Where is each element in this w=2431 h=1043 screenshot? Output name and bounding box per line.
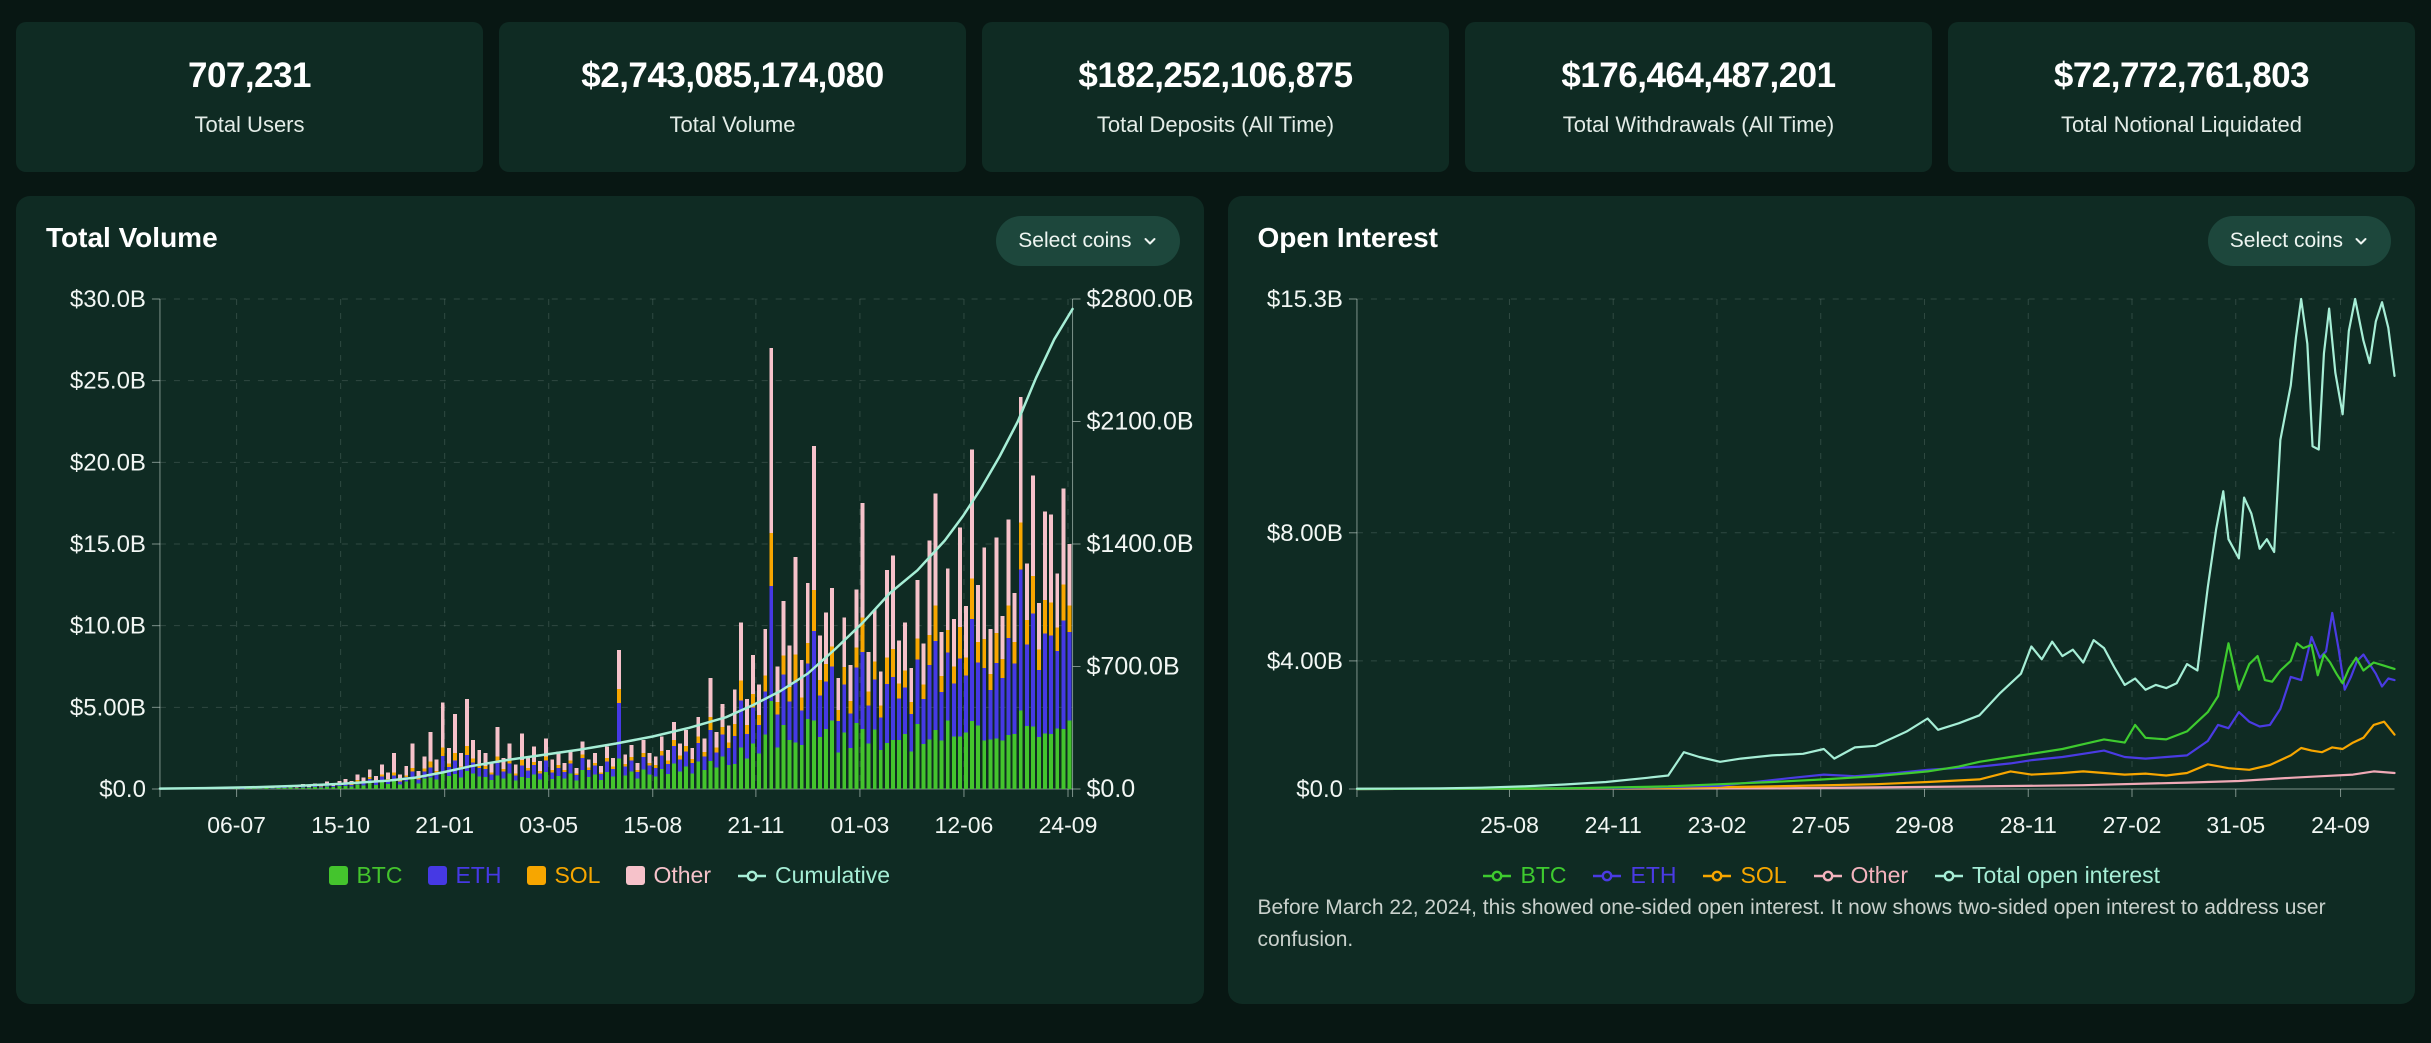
svg-text:24-09: 24-09 xyxy=(1039,812,1098,838)
open-interest-legend: BTC ETH SOL Other Total open interest xyxy=(1228,862,2416,889)
select-coins-label: Select coins xyxy=(1018,229,1131,253)
stat-card-total-users: 707,231 Total Users xyxy=(16,22,483,172)
stat-value: $72,772,761,803 xyxy=(2054,56,2309,96)
legend-item-other[interactable]: Other xyxy=(1813,862,1909,889)
svg-text:$700.0B: $700.0B xyxy=(1087,652,1180,680)
other-swatch-icon xyxy=(626,866,645,885)
open-interest-panel: Open Interest Select coins 25-08 24-11 23-… xyxy=(1228,196,2416,1004)
sol-swatch-icon xyxy=(527,866,546,885)
oi-select-coins-button[interactable]: Select coins xyxy=(2208,216,2391,266)
svg-text:15-08: 15-08 xyxy=(623,812,682,838)
svg-text:$1400.0B: $1400.0B xyxy=(1087,530,1194,558)
svg-text:25-08: 25-08 xyxy=(1480,812,1539,838)
open-interest-title: Open Interest xyxy=(1258,222,1438,254)
stat-value: $182,252,106,875 xyxy=(1078,56,1352,96)
legend-item-sol[interactable]: SOL xyxy=(527,862,600,889)
select-coins-label: Select coins xyxy=(2230,229,2343,253)
legend-label: Other xyxy=(653,862,711,889)
svg-text:$2800.0B: $2800.0B xyxy=(1087,285,1194,313)
total-volume-panel: Total Volume Select coins 06-07 15-10 21-0… xyxy=(16,196,1204,1004)
svg-text:27-02: 27-02 xyxy=(2102,812,2161,838)
svg-text:$8.00B: $8.00B xyxy=(1266,520,1342,547)
line-dot-marker-icon xyxy=(1592,868,1622,884)
legend-item-sol[interactable]: SOL xyxy=(1702,862,1786,889)
stat-card-total-volume: $2,743,085,174,080 Total Volume xyxy=(499,22,966,172)
svg-text:$0.0: $0.0 xyxy=(1087,775,1136,803)
line-dot-marker-icon xyxy=(1813,868,1843,884)
eth-swatch-icon xyxy=(428,866,447,885)
stat-label: Total Withdrawals (All Time) xyxy=(1563,112,1834,138)
stat-label: Total Users xyxy=(194,112,304,138)
stat-value: 707,231 xyxy=(188,56,311,96)
legend-item-btc[interactable]: BTC xyxy=(1482,862,1566,889)
total-volume-title: Total Volume xyxy=(46,222,218,254)
svg-text:12-06: 12-06 xyxy=(935,812,994,838)
chart-panels: Total Volume Select coins 06-07 15-10 21-0… xyxy=(16,196,2415,1004)
svg-text:21-01: 21-01 xyxy=(415,812,474,838)
legend-label: Other xyxy=(1851,862,1909,889)
stat-card-total-deposits: $182,252,106,875 Total Deposits (All Tim… xyxy=(982,22,1449,172)
svg-text:$4.00B: $4.00B xyxy=(1266,648,1342,675)
legend-item-total-oi[interactable]: Total open interest xyxy=(1934,862,2160,889)
svg-text:27-05: 27-05 xyxy=(1791,812,1850,838)
legend-item-eth[interactable]: ETH xyxy=(428,862,501,889)
svg-text:$15.0B: $15.0B xyxy=(70,531,146,558)
svg-text:21-11: 21-11 xyxy=(727,812,784,838)
svg-text:31-05: 31-05 xyxy=(2206,812,2265,838)
legend-label: ETH xyxy=(1630,862,1676,889)
svg-text:24-09: 24-09 xyxy=(2311,812,2370,838)
svg-text:03-05: 03-05 xyxy=(519,812,578,838)
stat-label: Total Deposits (All Time) xyxy=(1097,112,1334,138)
svg-text:23-02: 23-02 xyxy=(1687,812,1746,838)
legend-label: SOL xyxy=(1740,862,1786,889)
line-dot-marker-icon xyxy=(1702,868,1732,884)
svg-text:15-10: 15-10 xyxy=(311,812,370,838)
legend-label: Total open interest xyxy=(1972,862,2160,889)
svg-text:$30.0B: $30.0B xyxy=(70,286,146,313)
chevron-down-icon xyxy=(1142,233,1158,249)
line-dot-marker-icon xyxy=(1482,868,1512,884)
open-interest-note: Before March 22, 2024, this showed one-s… xyxy=(1258,892,2346,956)
svg-text:$10.0B: $10.0B xyxy=(70,613,146,640)
stats-row: 707,231 Total Users $2,743,085,174,080 T… xyxy=(16,22,2415,172)
line-dot-marker-icon xyxy=(1934,868,1964,884)
legend-label: SOL xyxy=(554,862,600,889)
svg-text:06-07: 06-07 xyxy=(207,812,266,838)
btc-swatch-icon xyxy=(329,866,348,885)
stat-card-total-liquidated: $72,772,761,803 Total Notional Liquidate… xyxy=(1948,22,2415,172)
line-dot-marker-icon xyxy=(737,868,767,884)
svg-text:29-08: 29-08 xyxy=(1895,812,1954,838)
legend-label: Cumulative xyxy=(775,862,890,889)
svg-text:$15.3B: $15.3B xyxy=(1266,286,1342,313)
svg-text:24-11: 24-11 xyxy=(1584,812,1641,838)
legend-item-btc[interactable]: BTC xyxy=(329,862,402,889)
stat-label: Total Notional Liquidated xyxy=(2061,112,2302,138)
svg-text:$2100.0B: $2100.0B xyxy=(1087,407,1194,435)
legend-label: BTC xyxy=(1520,862,1566,889)
legend-label: BTC xyxy=(356,862,402,889)
legend-item-eth[interactable]: ETH xyxy=(1592,862,1676,889)
legend-item-cumulative[interactable]: Cumulative xyxy=(737,862,890,889)
stat-value: $2,743,085,174,080 xyxy=(581,56,883,96)
svg-text:28-11: 28-11 xyxy=(1999,812,2056,838)
svg-text:$5.00B: $5.00B xyxy=(70,694,146,721)
stat-value: $176,464,487,201 xyxy=(1561,56,1835,96)
svg-text:$25.0B: $25.0B xyxy=(70,368,146,395)
stat-label: Total Volume xyxy=(670,112,796,138)
svg-text:$0.0: $0.0 xyxy=(1296,776,1343,803)
svg-text:$20.0B: $20.0B xyxy=(70,449,146,476)
legend-label: ETH xyxy=(455,862,501,889)
svg-text:01-03: 01-03 xyxy=(831,812,890,838)
stat-card-total-withdrawals: $176,464,487,201 Total Withdrawals (All … xyxy=(1465,22,1932,172)
svg-text:$0.0: $0.0 xyxy=(99,776,146,803)
chevron-down-icon xyxy=(2353,233,2369,249)
legend-item-other[interactable]: Other xyxy=(626,862,711,889)
volume-select-coins-button[interactable]: Select coins xyxy=(996,216,1179,266)
volume-legend: BTC ETH SOL Other Cumulative xyxy=(16,862,1204,889)
